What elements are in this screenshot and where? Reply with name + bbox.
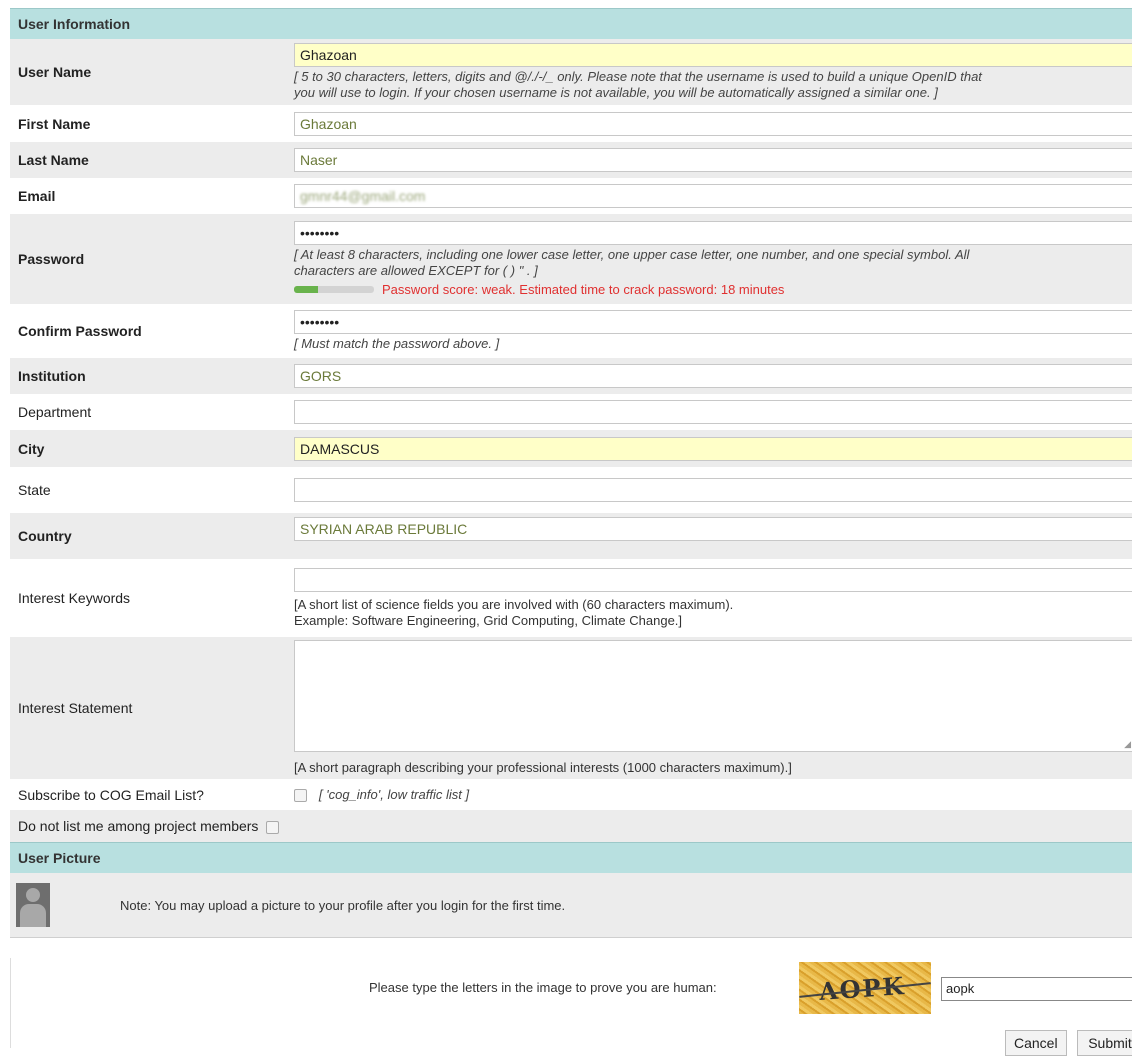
user-information-table: User Name Ghazoan [ 5 to 30 characters, …	[10, 39, 1132, 842]
row-city: City DAMASCUS	[10, 430, 1132, 467]
password-input[interactable]: ••••••••	[294, 221, 1132, 245]
row-interest-statement: Interest Statement ◢ [A short paragraph …	[10, 637, 1132, 779]
submit-button[interactable]: Submit	[1077, 1030, 1132, 1056]
first-name-label: First Name	[18, 115, 91, 132]
section-header-user-information: User Information	[10, 8, 1132, 39]
username-hint-line1: [ 5 to 30 characters, letters, digits an…	[294, 69, 982, 84]
country-select[interactable]: SYRIAN ARAB REPUBLIC	[294, 517, 1132, 541]
registration-form: User Information User Name Ghazoan [ 5 t…	[10, 8, 1132, 938]
institution-label: Institution	[18, 368, 86, 384]
row-country: Country SYRIAN ARAB REPUBLIC	[10, 513, 1132, 559]
subscribe-checkbox[interactable]	[294, 788, 307, 802]
captcha-label: Please type the letters in the image to …	[369, 980, 717, 995]
row-do-not-list: Do not list me among project members	[10, 810, 1132, 842]
password-strength: Password score: weak. Estimated time to …	[294, 282, 1132, 297]
section-header-user-picture: User Picture	[10, 842, 1132, 873]
state-label: State	[18, 482, 51, 498]
first-name-input[interactable]: Ghazoan	[294, 111, 1132, 136]
password-label: Password	[18, 251, 85, 267]
resize-handle-icon[interactable]: ◢	[1124, 740, 1131, 749]
row-state: State	[10, 467, 1132, 513]
row-last-name: Last Name Naser	[10, 142, 1132, 178]
last-name-input[interactable]: Naser	[294, 148, 1132, 172]
captcha-image: AOPK	[799, 962, 931, 1014]
password-hint-line1: [ At least 8 characters, including one l…	[294, 247, 970, 262]
email-input[interactable]: gmnr44@gmail.com	[294, 184, 1132, 208]
subscribe-label: Subscribe to COG Email List?	[18, 786, 204, 803]
email-label: Email	[18, 188, 56, 204]
username-label: User Name	[18, 64, 92, 80]
captcha-input[interactable]: aopk	[941, 977, 1132, 1001]
interest-keywords-label: Interest Keywords	[18, 590, 131, 606]
institution-input[interactable]: GORS	[294, 364, 1132, 388]
row-department: Department	[10, 394, 1132, 430]
interest-keywords-input[interactable]	[294, 567, 1132, 592]
password-hint-line2: characters are allowed EXCEPT for ( ) " …	[294, 263, 538, 278]
row-email: Email gmnr44@gmail.com	[10, 178, 1132, 214]
cancel-button[interactable]: Cancel	[1005, 1030, 1067, 1056]
row-subscribe: Subscribe to COG Email List? [ 'cog_info…	[10, 779, 1132, 810]
do-not-list-cell: Do not list me among project members	[10, 810, 1132, 842]
password-strength-meter	[294, 286, 374, 293]
confirm-password-hint: [ Must match the password above. ]	[294, 336, 500, 351]
row-confirm-password: Confirm Password •••••••• [ Must match t…	[10, 304, 1132, 358]
row-password: Password •••••••• [ At least 8 character…	[10, 214, 1132, 304]
subscribe-hint: [ 'cog_info', low traffic list ]	[318, 787, 470, 802]
confirm-password-input[interactable]: ••••••••	[294, 310, 1132, 334]
row-first-name: First Name Ghazoan	[10, 105, 1132, 142]
user-picture-row: Note: You may upload a picture to your p…	[10, 873, 1132, 938]
interest-statement-textarea[interactable]: ◢	[294, 640, 1132, 752]
user-picture-note: Note: You may upload a picture to your p…	[120, 897, 566, 913]
interest-statement-label: Interest Statement	[18, 700, 133, 716]
username-hint-line2: you will use to login. If your chosen us…	[294, 85, 938, 100]
confirm-password-label: Confirm Password	[18, 323, 142, 339]
interest-statement-hint: [A short paragraph describing your profe…	[294, 760, 792, 775]
state-input[interactable]	[294, 478, 1132, 502]
do-not-list-checkbox[interactable]	[266, 820, 280, 834]
row-username: User Name Ghazoan [ 5 to 30 characters, …	[10, 39, 1132, 105]
password-strength-text: Password score: weak. Estimated time to …	[382, 282, 785, 297]
password-strength-meter-fill	[294, 286, 318, 293]
row-institution: Institution GORS	[10, 358, 1132, 394]
email-value: gmnr44@gmail.com	[300, 188, 426, 204]
department-label: Department	[18, 404, 92, 420]
row-interest-keywords: Interest Keywords [A short list of scien…	[10, 559, 1132, 637]
city-label: City	[18, 440, 45, 457]
captcha-section: Please type the letters in the image to …	[10, 958, 1132, 1056]
username-input[interactable]: Ghazoan	[294, 43, 1132, 67]
department-input[interactable]	[294, 400, 1132, 424]
last-name-label: Last Name	[18, 152, 89, 168]
city-input[interactable]: DAMASCUS	[294, 436, 1132, 461]
avatar-placeholder-icon	[16, 883, 50, 927]
country-label: Country	[18, 528, 72, 544]
do-not-list-label: Do not list me among project members	[18, 818, 259, 834]
interest-keywords-hint-line1: [A short list of science fields you are …	[294, 596, 734, 612]
interest-keywords-hint-line2: Example: Software Engineering, Grid Comp…	[294, 612, 683, 628]
